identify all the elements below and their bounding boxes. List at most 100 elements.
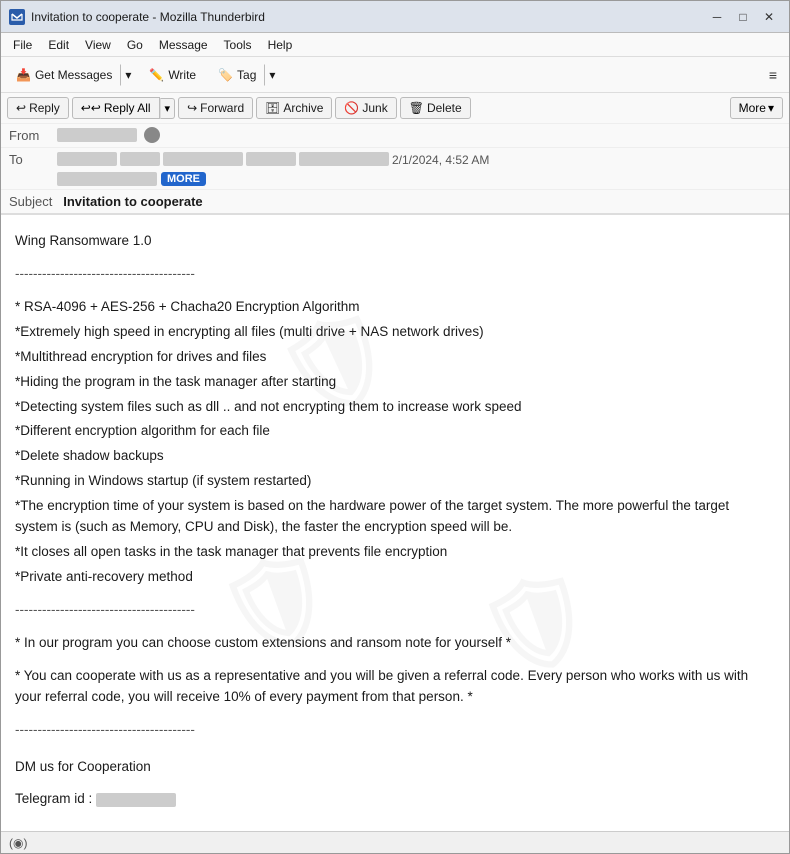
maximize-button[interactable]: □ (731, 7, 755, 27)
to-address-6-redacted (57, 172, 157, 186)
telegram-row: Telegram id : (15, 789, 775, 810)
more-addresses-button[interactable]: MORE (161, 172, 206, 186)
reply-all-group: ↩↩ Reply All ▾ (72, 97, 175, 119)
delete-label: Delete (427, 101, 462, 115)
tag-icon: 🏷️ (218, 68, 233, 82)
app-icon (9, 9, 25, 25)
from-address-icon[interactable] (144, 127, 160, 143)
from-label: From (9, 127, 57, 143)
junk-icon: 🚫 (344, 101, 359, 115)
inbox-icon: 📥 (16, 68, 31, 82)
menu-message[interactable]: Message (151, 36, 216, 54)
pencil-icon: ✏️ (149, 68, 164, 82)
menu-bar: File Edit View Go Message Tools Help (1, 33, 789, 57)
email-body[interactable]: 🛡 🛡 🛡 Wing Ransomware 1.0 --------------… (1, 215, 789, 831)
telegram-label: Telegram id : (15, 791, 92, 806)
window-title: Invitation to cooperate - Mozilla Thunde… (31, 10, 265, 24)
action-bar: ↩ Reply ↩↩ Reply All ▾ ↪ Forward 🗄 Archi… (1, 93, 789, 124)
get-messages-dropdown-arrow[interactable]: ▾ (120, 64, 136, 86)
delete-button[interactable]: 🗑 Delete (400, 97, 471, 119)
features-list: * RSA-4096 + AES-256 + Chacha20 Encrypti… (15, 297, 775, 588)
subject-row: Subject Invitation to cooperate (1, 190, 789, 214)
forward-button[interactable]: ↪ Forward (178, 97, 253, 119)
to-addresses-line: 2/1/2024, 4:52 AM (57, 151, 781, 167)
get-messages-group: 📥 Get Messages ▾ (7, 64, 136, 86)
junk-label: Junk (362, 101, 387, 115)
close-button[interactable]: ✕ (757, 7, 781, 27)
to-label: To (9, 151, 57, 167)
menu-file[interactable]: File (5, 36, 40, 54)
delete-icon: 🗑 (409, 101, 424, 115)
minimize-button[interactable]: ─ (705, 7, 729, 27)
body-divider-3: ---------------------------------------- (15, 720, 775, 741)
to-address-3-redacted (163, 152, 243, 166)
feature-5: *Different encryption algorithm for each… (15, 421, 775, 442)
menu-go[interactable]: Go (119, 36, 151, 54)
forward-icon: ↪ (187, 101, 197, 115)
hamburger-menu-icon[interactable]: ≡ (763, 64, 783, 86)
window-controls: ─ □ ✕ (705, 7, 781, 27)
forward-label: Forward (200, 101, 244, 115)
from-content (57, 127, 781, 143)
tag-group: 🏷️ Tag ▾ (209, 64, 280, 86)
write-label: Write (168, 68, 196, 82)
feature-6: *Delete shadow backups (15, 446, 775, 467)
subject-label: Subject (9, 194, 52, 209)
email-header: ↩ Reply ↩↩ Reply All ▾ ↪ Forward 🗄 Archi… (1, 93, 789, 215)
subject-value: Invitation to cooperate (63, 194, 202, 209)
reply-all-dropdown-arrow[interactable]: ▾ (160, 98, 176, 119)
main-toolbar: 📥 Get Messages ▾ ✏️ Write 🏷️ Tag ▾ ≡ (1, 57, 789, 93)
to-content: 2/1/2024, 4:52 AM MORE (57, 151, 781, 186)
feature-4: *Detecting system files such as dll .. a… (15, 397, 775, 418)
reply-all-icon: ↩↩ (81, 101, 101, 115)
to-row: To 2/1/2024, 4:52 AM MORE (1, 148, 789, 190)
app-window: Invitation to cooperate - Mozilla Thunde… (0, 0, 790, 854)
archive-icon: 🗄 (265, 101, 280, 115)
to-address-2-redacted (120, 152, 160, 166)
to-address-5-redacted (299, 152, 389, 166)
email-date: 2/1/2024, 4:52 AM (392, 151, 489, 167)
signal-icon: (◉) (9, 836, 27, 850)
reply-button[interactable]: ↩ Reply (7, 97, 69, 119)
junk-button[interactable]: 🚫 Junk (335, 97, 396, 119)
referral-note: * You can cooperate with us as a represe… (15, 666, 775, 708)
to-address-1-redacted (57, 152, 117, 166)
write-button[interactable]: ✏️ Write (140, 64, 205, 86)
menu-help[interactable]: Help (260, 36, 301, 54)
title-bar-left: Invitation to cooperate - Mozilla Thunde… (9, 9, 265, 25)
feature-0: * RSA-4096 + AES-256 + Chacha20 Encrypti… (15, 297, 775, 318)
body-divider-1: ---------------------------------------- (15, 264, 775, 285)
status-bar: (◉) (1, 831, 789, 853)
more-button[interactable]: More ▾ (730, 97, 783, 119)
feature-9: *It closes all open tasks in the task ma… (15, 542, 775, 563)
feature-2: *Multithread encryption for drives and f… (15, 347, 775, 368)
feature-10: *Private anti-recovery method (15, 567, 775, 588)
tag-dropdown-arrow[interactable]: ▾ (264, 64, 280, 86)
body-divider-2: ---------------------------------------- (15, 600, 775, 621)
feature-1: *Extremely high speed in encrypting all … (15, 322, 775, 343)
menu-tools[interactable]: Tools (216, 36, 260, 54)
body-title: Wing Ransomware 1.0 (15, 231, 775, 252)
to-address-4-redacted (246, 152, 296, 166)
reply-all-label: Reply All (104, 101, 151, 115)
menu-view[interactable]: View (77, 36, 119, 54)
from-address-redacted (57, 128, 137, 142)
title-bar: Invitation to cooperate - Mozilla Thunde… (1, 1, 789, 33)
reply-all-button[interactable]: ↩↩ Reply All (72, 97, 160, 119)
feature-3: *Hiding the program in the task manager … (15, 372, 775, 393)
get-messages-label: Get Messages (35, 68, 112, 82)
more-chevron-icon: ▾ (768, 101, 774, 115)
reply-icon: ↩ (16, 101, 26, 115)
archive-label: Archive (283, 101, 323, 115)
archive-button[interactable]: 🗄 Archive (256, 97, 332, 119)
tag-button[interactable]: 🏷️ Tag (209, 64, 264, 86)
get-messages-button[interactable]: 📥 Get Messages (7, 64, 120, 86)
more-label: More (739, 101, 766, 115)
custom-note: * In our program you can choose custom e… (15, 633, 775, 654)
dm-label: DM us for Cooperation (15, 757, 775, 778)
menu-edit[interactable]: Edit (40, 36, 77, 54)
feature-8: *The encryption time of your system is b… (15, 496, 775, 538)
tag-label: Tag (237, 68, 256, 82)
email-content: Wing Ransomware 1.0 --------------------… (15, 231, 775, 810)
telegram-id-redacted (96, 793, 176, 807)
